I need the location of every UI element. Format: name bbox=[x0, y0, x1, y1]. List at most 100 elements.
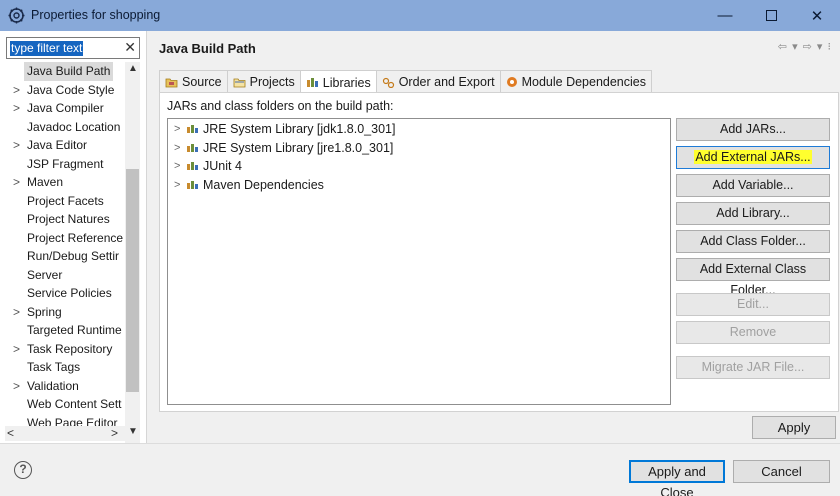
library-entry-label: Maven Dependencies bbox=[203, 177, 324, 192]
tree-vertical-scrollbar[interactable]: ▲ ▼ bbox=[125, 62, 140, 445]
scroll-up-icon[interactable]: ▲ bbox=[128, 63, 138, 74]
expand-arrow-icon[interactable]: > bbox=[13, 81, 20, 100]
preference-tree: Java Build Path > Java Code Style > Java Com… bbox=[0, 62, 125, 432]
build-path-list[interactable]: > JRE System Library [jdk1.8.0_301] > JRE S… bbox=[167, 118, 671, 405]
tree-item[interactable]: > Java Compiler bbox=[0, 99, 125, 118]
library-icon bbox=[187, 162, 198, 170]
gear-icon bbox=[8, 7, 25, 24]
tree-item-label: Run/Debug Settir bbox=[27, 249, 120, 263]
tree-item-label: Project Reference bbox=[27, 230, 124, 245]
expand-arrow-icon[interactable]: > bbox=[13, 340, 20, 359]
add-external-class-folder-button[interactable]: Add External Class Folder... bbox=[676, 258, 830, 297]
maximize-icon bbox=[765, 10, 777, 21]
tree-item[interactable]: > Maven bbox=[0, 173, 125, 192]
page-navigation-icons[interactable]: ⇦ ▾ ⇨ ▾ ⁝ bbox=[778, 40, 832, 53]
migrate-jar-button[interactable]: Migrate JAR File... bbox=[676, 356, 830, 379]
tree-item-label: Service Policies bbox=[27, 286, 112, 300]
expand-arrow-icon[interactable]: > bbox=[174, 120, 180, 138]
module-icon bbox=[506, 77, 517, 87]
edit-button[interactable]: Edit... bbox=[676, 293, 830, 316]
projects-icon bbox=[233, 78, 246, 87]
add-library-button[interactable]: Add Library... bbox=[676, 202, 830, 225]
tree-item-label: Java Build Path bbox=[24, 62, 114, 81]
tree-item[interactable]: Run/Debug Settir bbox=[0, 247, 125, 266]
button-label: Add Library... bbox=[716, 206, 790, 220]
tab-libraries[interactable]: Libraries bbox=[299, 70, 377, 94]
tab-label: Module Dependencies bbox=[521, 75, 646, 89]
expand-arrow-icon[interactable]: > bbox=[174, 139, 180, 157]
tree-item[interactable]: Java Build Path bbox=[0, 62, 125, 81]
preference-tree-pane: type filter text ✕ Java Build Path > Java … bbox=[0, 31, 147, 445]
add-external-jars-button[interactable]: Add External JARs... bbox=[676, 146, 830, 169]
scrollbar-thumb[interactable] bbox=[126, 169, 139, 392]
tree-item-label: Spring bbox=[27, 304, 62, 319]
dialog-footer: ? Apply and Close Cancel bbox=[0, 443, 840, 496]
scroll-left-icon[interactable]: < bbox=[7, 426, 14, 440]
apply-button[interactable]: Apply bbox=[752, 416, 836, 439]
minimize-button[interactable]: — bbox=[702, 0, 748, 31]
tree-item[interactable]: > Spring bbox=[0, 303, 125, 322]
clear-filter-icon[interactable]: ✕ bbox=[124, 39, 136, 56]
tree-item[interactable]: Project Facets bbox=[0, 192, 125, 211]
expand-arrow-icon[interactable]: > bbox=[13, 303, 20, 322]
tree-item[interactable]: Web Content Sett bbox=[0, 395, 125, 414]
expand-arrow-icon[interactable]: > bbox=[13, 99, 20, 118]
page-title: Java Build Path bbox=[159, 41, 256, 56]
button-label: Remove bbox=[729, 325, 777, 339]
tree-item-label: Javadoc Location bbox=[27, 119, 121, 134]
expand-arrow-icon[interactable]: > bbox=[13, 377, 20, 396]
minimize-icon: — bbox=[717, 7, 733, 24]
library-entry-label: JRE System Library [jre1.8.0_301] bbox=[203, 140, 394, 155]
filter-input[interactable]: type filter text ✕ bbox=[6, 37, 140, 59]
filter-input-text[interactable]: type filter text bbox=[10, 41, 84, 56]
tree-item[interactable]: Service Policies bbox=[0, 284, 125, 303]
button-label: Add External Class Folder... bbox=[699, 262, 807, 297]
tree-item-label: Task Tags bbox=[27, 360, 81, 374]
window-title: Properties for shopping bbox=[31, 8, 161, 22]
tree-item[interactable]: Targeted Runtime bbox=[0, 321, 125, 340]
button-label: Add External JARs... bbox=[694, 150, 812, 164]
button-label: Add Variable... bbox=[712, 178, 794, 192]
button-label: Add JARs... bbox=[720, 122, 786, 136]
tab-module-dependencies[interactable]: Module Dependencies bbox=[499, 70, 652, 93]
maximize-button[interactable] bbox=[748, 0, 794, 31]
library-entry-label: JUnit 4 bbox=[203, 159, 242, 173]
source-folder-icon bbox=[165, 78, 178, 87]
tree-item[interactable]: > Validation bbox=[0, 377, 125, 396]
tree-item[interactable]: Task Tags bbox=[0, 358, 125, 377]
tree-item[interactable]: JSP Fragment bbox=[0, 155, 125, 174]
tab-projects[interactable]: Projects bbox=[226, 70, 301, 93]
tree-item[interactable]: Project Reference bbox=[0, 229, 125, 248]
tree-horizontal-scrollbar[interactable]: < > bbox=[5, 426, 125, 441]
tree-item[interactable]: > Task Repository bbox=[0, 340, 125, 359]
tab-order-and-export[interactable]: Order and Export bbox=[375, 70, 501, 93]
cancel-button[interactable]: Cancel bbox=[733, 460, 830, 483]
tree-item-label: Java Compiler bbox=[27, 101, 104, 115]
tree-item[interactable]: > Java Code Style bbox=[0, 81, 125, 100]
tab-source[interactable]: Source bbox=[159, 70, 228, 93]
scroll-down-icon[interactable]: ▼ bbox=[128, 426, 138, 437]
add-class-folder-button[interactable]: Add Class Folder... bbox=[676, 230, 830, 253]
tree-item[interactable]: Server bbox=[0, 266, 125, 285]
button-label: Add Class Folder... bbox=[700, 234, 806, 248]
help-icon[interactable]: ? bbox=[14, 461, 32, 479]
close-icon: ✕ bbox=[810, 7, 824, 25]
add-jars-button[interactable]: Add JARs... bbox=[676, 118, 830, 141]
expand-arrow-icon[interactable]: > bbox=[13, 173, 20, 192]
libraries-panel: JARs and class folders on the build path… bbox=[159, 92, 839, 412]
remove-button[interactable]: Remove bbox=[676, 321, 830, 344]
tree-item[interactable]: Project Natures bbox=[0, 210, 125, 229]
tree-item[interactable]: Javadoc Location bbox=[0, 118, 125, 137]
expand-arrow-icon[interactable]: > bbox=[13, 136, 20, 155]
page-header: Java Build Path ⇦ ▾ ⇨ ▾ ⁝ bbox=[148, 31, 840, 66]
tab-label: Libraries bbox=[322, 75, 371, 90]
add-variable-button[interactable]: Add Variable... bbox=[676, 174, 830, 197]
button-label: Apply bbox=[777, 420, 811, 435]
expand-arrow-icon[interactable]: > bbox=[174, 157, 180, 175]
expand-arrow-icon[interactable]: > bbox=[174, 176, 180, 194]
tree-item[interactable]: > Java Editor bbox=[0, 136, 125, 155]
scroll-right-icon[interactable]: > bbox=[111, 426, 118, 440]
button-label: Edit... bbox=[737, 297, 769, 311]
apply-and-close-button[interactable]: Apply and Close bbox=[629, 460, 725, 496]
close-button[interactable]: ✕ bbox=[794, 0, 840, 31]
